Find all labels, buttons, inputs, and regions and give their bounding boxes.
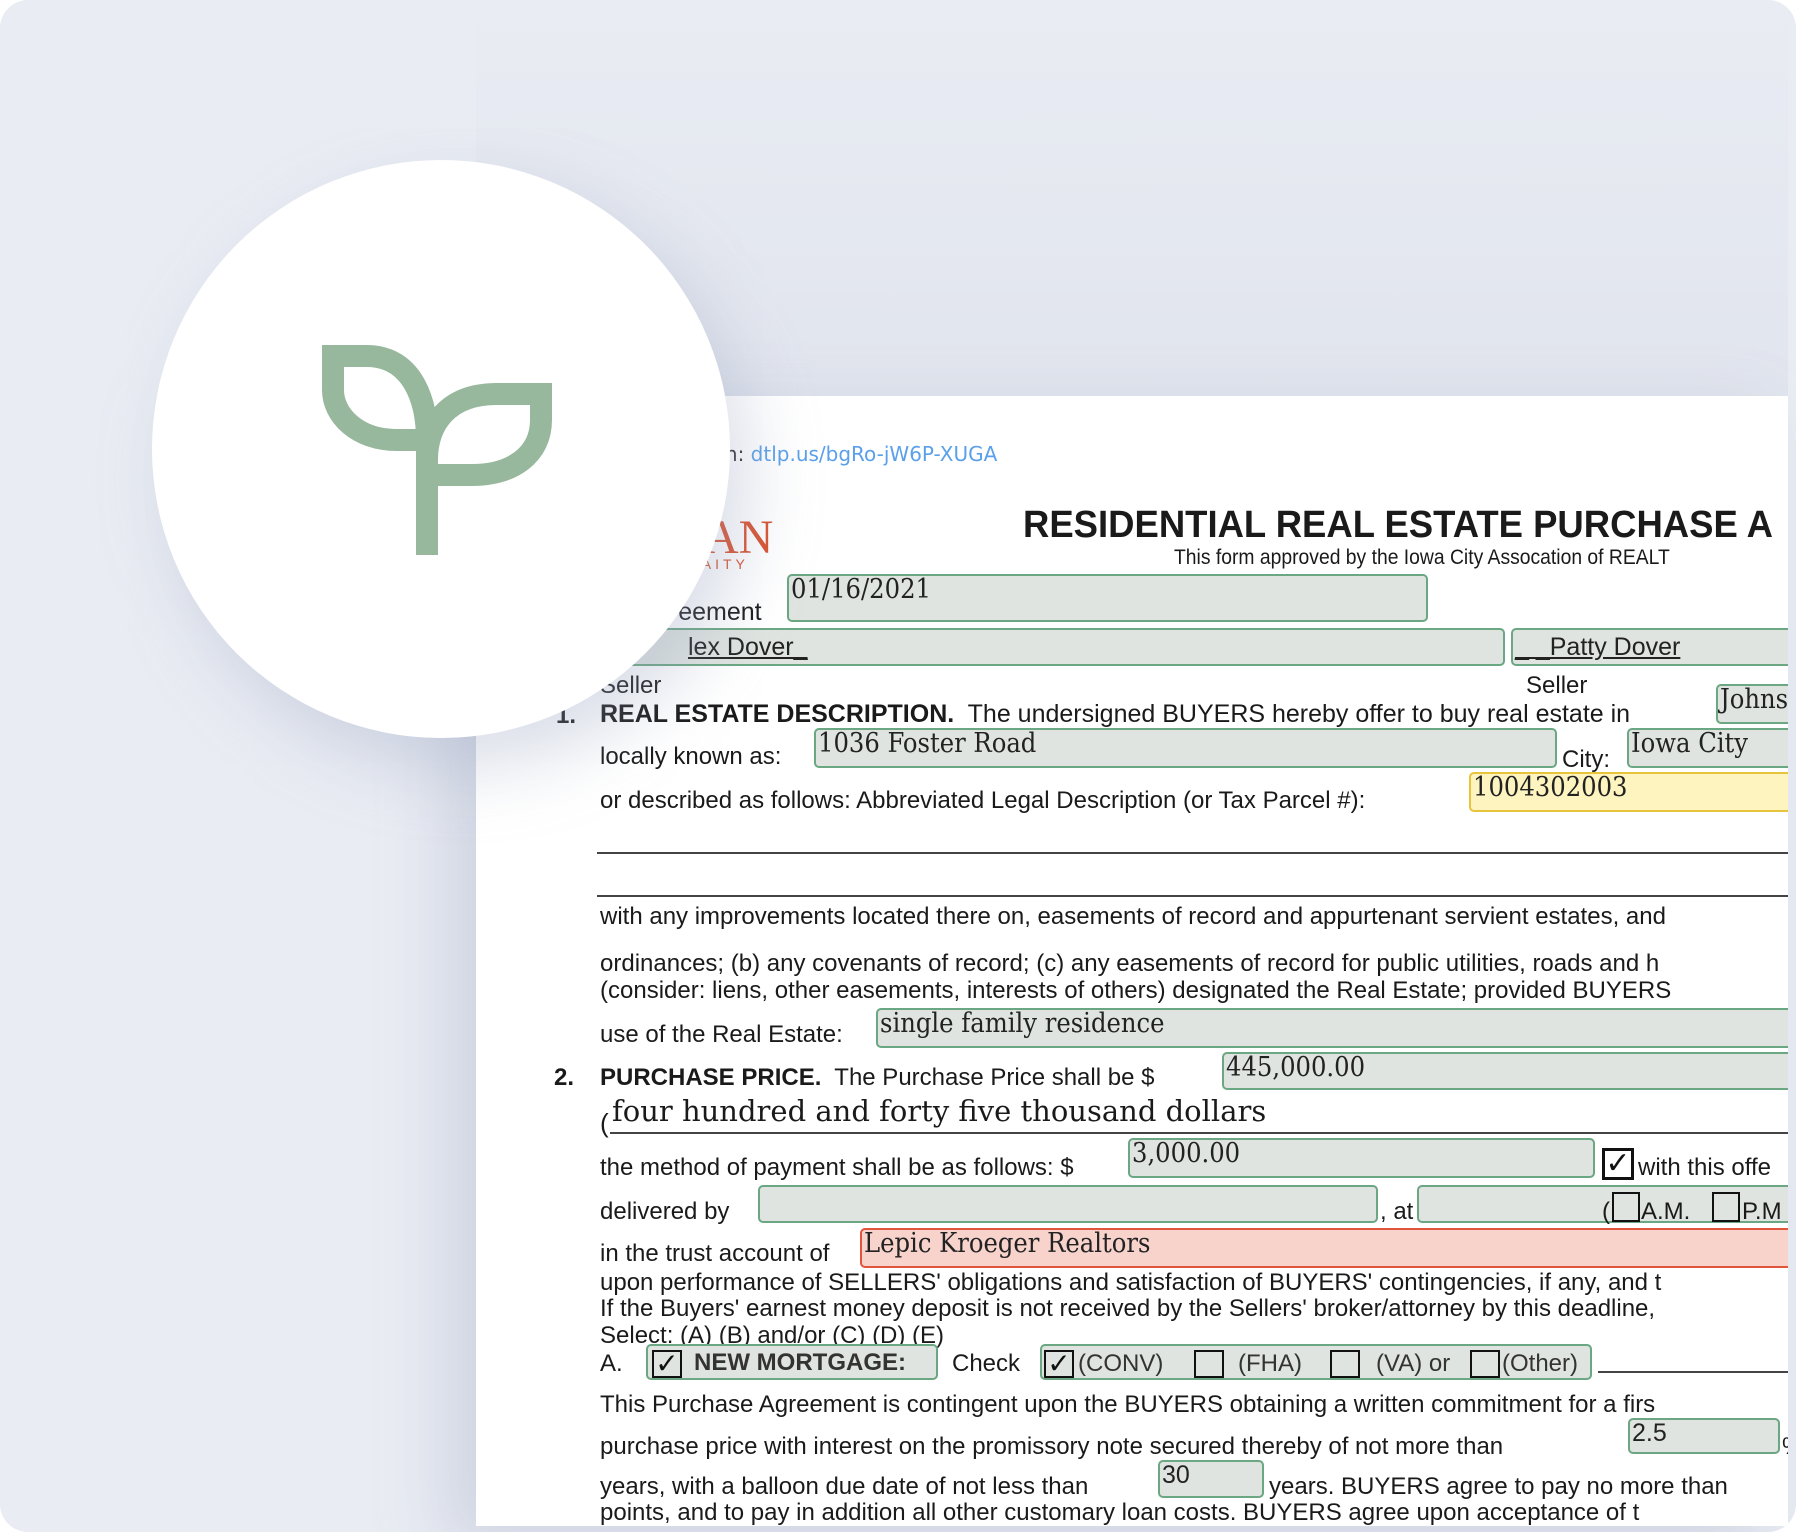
va-checkbox[interactable] (1330, 1350, 1360, 1378)
price-words-paren: ( (600, 1108, 609, 1138)
other-checkbox[interactable] (1470, 1350, 1500, 1378)
interest-suffix: % (1782, 1433, 1788, 1461)
blank-line-1 (597, 852, 1788, 854)
blank-line-2 (597, 895, 1788, 897)
checkmark-icon: ✓ (1605, 1147, 1631, 1180)
conv-label: (CONV) (1078, 1350, 1164, 1377)
section1-heading: REAL ESTATE DESCRIPTION. (600, 700, 955, 728)
sprout-badge (152, 160, 730, 738)
seller2-field[interactable]: _ _Patty Dover (1511, 628, 1788, 666)
new-mortgage-label: NEW MORTGAGE: (694, 1349, 906, 1376)
document-title: RESIDENTIAL REAL ESTATE PURCHASE A (1023, 504, 1773, 546)
section2-text: The Purchase Price shall be $ (834, 1064, 1155, 1091)
section2-number: 2. (554, 1064, 575, 1091)
balloon-value: 30 (1162, 1461, 1190, 1489)
section2-line: PURCHASE PRICE. The Purchase Price shall… (600, 1064, 1154, 1092)
contingent-line: This Purchase Agreement is contingent up… (600, 1391, 1656, 1418)
with-offer-label: with this offe (1638, 1154, 1771, 1181)
check-label: Check (952, 1350, 1021, 1377)
use-label: use of the Real Estate: (600, 1021, 843, 1048)
price-field[interactable]: 445,000.00 (1222, 1052, 1788, 1090)
pm-checkbox[interactable] (1712, 1192, 1740, 1222)
address-field[interactable]: 1036 Foster Road (814, 728, 1557, 768)
address-value: 1036 Foster Road (818, 728, 1037, 759)
fha-label: (FHA) (1238, 1350, 1302, 1377)
balloon-field[interactable]: 30 (1158, 1460, 1264, 1498)
sprout-icon (322, 345, 552, 555)
section2-heading: PURCHASE PRICE. (600, 1064, 822, 1091)
fha-checkbox[interactable] (1194, 1350, 1224, 1378)
background-frame: cation: dtlp.us/bgRo-jW6P-XUGA IAN FAITY… (0, 0, 1796, 1532)
earnest-value: 3,000.00 (1132, 1138, 1241, 1169)
trust-account-field[interactable]: Lepic Kroeger Realtors (860, 1228, 1788, 1268)
trust-label: in the trust account of (600, 1240, 830, 1267)
county-field[interactable]: Johns (1716, 684, 1788, 724)
verification-link[interactable]: dtlp.us/bgRo-jW6P-XUGA (751, 442, 998, 466)
agreement-date-value: 01/16/2021 (791, 574, 931, 605)
years-line-a: years, with a balloon due date of not le… (600, 1473, 1089, 1500)
am-checkbox[interactable] (1612, 1192, 1640, 1222)
years-line-b: years. BUYERS agree to pay no more than (1269, 1473, 1728, 1500)
purchase-line: purchase price with interest on the prom… (600, 1433, 1504, 1460)
parcel-field[interactable]: 1004302003 (1469, 772, 1788, 812)
new-mortgage-checkbox[interactable]: ✓ (652, 1350, 682, 1378)
city-label: City: (1562, 746, 1610, 773)
loan-type-group[interactable]: ✓ (CONV) (FHA) (VA) or (Other) (1040, 1344, 1592, 1380)
am-label: A.M. (1641, 1198, 1691, 1225)
conv-checkbox[interactable]: ✓ (1044, 1350, 1074, 1378)
price-words: four hundred and forty five thousand dol… (612, 1094, 1267, 1128)
checkmark-icon: ✓ (1047, 1348, 1071, 1379)
parcel-value: 1004302003 (1473, 772, 1628, 803)
document-subtitle: This form approved by the Iowa City Asso… (1174, 546, 1670, 569)
interest-value: 2.5 (1632, 1419, 1667, 1447)
price-words-line (610, 1132, 1788, 1134)
points-line: points, and to pay in addition all other… (600, 1499, 1640, 1526)
consider-line: (consider: liens, other easements, inter… (600, 977, 1672, 1004)
checkmark-icon: ✓ (655, 1348, 679, 1379)
method-label: the method of payment shall be as follow… (600, 1154, 1074, 1181)
interest-field[interactable]: 2.5 (1628, 1418, 1780, 1454)
other-blank-line (1598, 1371, 1788, 1373)
city-field[interactable]: Iowa City (1627, 728, 1788, 768)
new-mortgage-group[interactable]: ✓ NEW MORTGAGE: (646, 1344, 938, 1380)
trust-account-value: Lepic Kroeger Realtors (864, 1228, 1151, 1259)
seller2-label: Seller (1526, 672, 1588, 699)
item-a-letter: A. (600, 1350, 623, 1377)
use-field[interactable]: single family residence (876, 1008, 1788, 1048)
use-value: single family residence (880, 1008, 1165, 1039)
locally-known-label: locally known as: (600, 743, 782, 770)
seller1-field[interactable]: lex Dover_ (626, 628, 1505, 666)
section1-line: REAL ESTATE DESCRIPTION. The undersigned… (600, 700, 1630, 729)
at-label: , at (1380, 1198, 1414, 1225)
county-value: Johns (1720, 684, 1788, 715)
am-paren: ( (1602, 1198, 1610, 1225)
ordinances-line: ordinances; (b) any covenants of record;… (600, 950, 1660, 977)
with-offer-checkbox[interactable]: ✓ (1602, 1148, 1634, 1180)
price-value: 445,000.00 (1226, 1052, 1366, 1083)
agreement-date-field[interactable]: 01/16/2021 (787, 574, 1428, 622)
city-value: Iowa City (1631, 728, 1749, 759)
other-label: (Other) (1502, 1350, 1579, 1377)
earnest-field[interactable]: 3,000.00 (1128, 1138, 1595, 1178)
improvements-line: with any improvements located there on, … (600, 903, 1666, 930)
delivered-field[interactable] (758, 1185, 1378, 1223)
delivered-label: delivered by (600, 1198, 730, 1225)
va-label: (VA) or (1376, 1350, 1451, 1377)
upon-line: upon performance of SELLERS' obligations… (600, 1269, 1662, 1296)
if-line: If the Buyers' earnest money deposit is … (600, 1295, 1656, 1322)
described-label: or described as follows: Abbreviated Leg… (600, 787, 1366, 814)
pm-label: P.M (1742, 1198, 1782, 1225)
section1-text: The undersigned BUYERS hereby offer to b… (967, 700, 1631, 728)
seller2-value: _ _Patty Dover (1515, 633, 1681, 661)
seller1-value: lex Dover_ (688, 633, 808, 661)
